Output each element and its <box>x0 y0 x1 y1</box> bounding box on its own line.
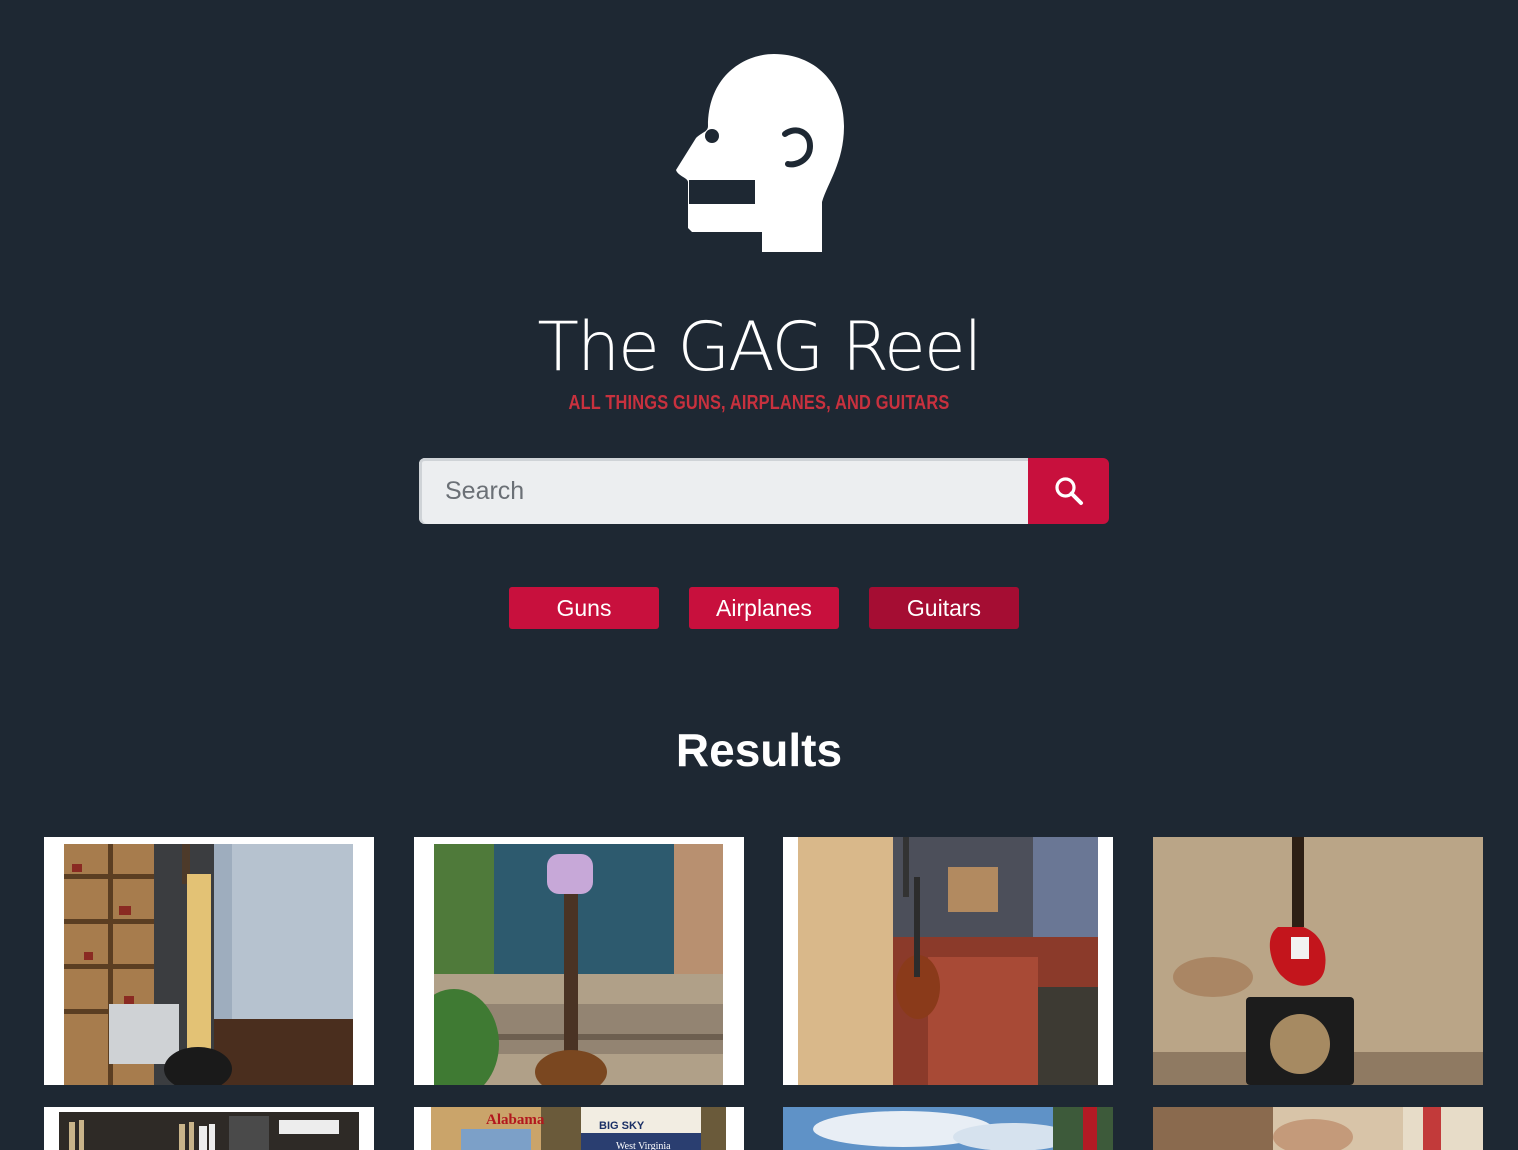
result-card[interactable]: Alabama BIG SKY West Virginia <box>414 1107 744 1150</box>
result-card[interactable] <box>414 837 744 1085</box>
result-image <box>783 1107 1113 1150</box>
result-image: Alabama BIG SKY West Virginia <box>431 1107 726 1150</box>
search-bar <box>419 458 1109 524</box>
result-card[interactable] <box>783 1107 1113 1150</box>
site-tagline: ALL THINGS GUNS, AIRPLANES, AND GUITARS <box>568 392 950 414</box>
site-logo[interactable] <box>674 52 846 254</box>
plate-text-alabama: Alabama <box>486 1112 545 1128</box>
result-image <box>1153 1107 1483 1150</box>
result-card[interactable] <box>44 1107 374 1150</box>
result-image <box>59 1112 359 1150</box>
result-card[interactable] <box>44 837 374 1085</box>
search-button[interactable] <box>1028 458 1109 524</box>
bald-head-profile-icon <box>676 54 844 252</box>
plate-text-west-virginia: West Virginia <box>616 1141 671 1150</box>
search-icon <box>1054 477 1083 505</box>
search-input[interactable] <box>419 458 1028 524</box>
results-heading: Results <box>675 724 843 776</box>
result-image <box>434 844 723 1085</box>
plate-text-big-sky: BIG SKY <box>599 1120 645 1132</box>
result-image <box>798 837 1098 1085</box>
site-title[interactable]: The GAG Reel <box>0 308 1518 388</box>
category-airplanes-button[interactable]: Airplanes <box>689 587 839 629</box>
result-card[interactable] <box>783 837 1113 1085</box>
category-guns-button[interactable]: Guns <box>509 587 659 629</box>
result-card[interactable] <box>1153 1107 1483 1150</box>
category-guitars-button[interactable]: Guitars <box>869 587 1019 629</box>
result-image <box>64 844 353 1085</box>
result-image <box>1153 837 1483 1085</box>
result-card[interactable] <box>1153 837 1483 1085</box>
